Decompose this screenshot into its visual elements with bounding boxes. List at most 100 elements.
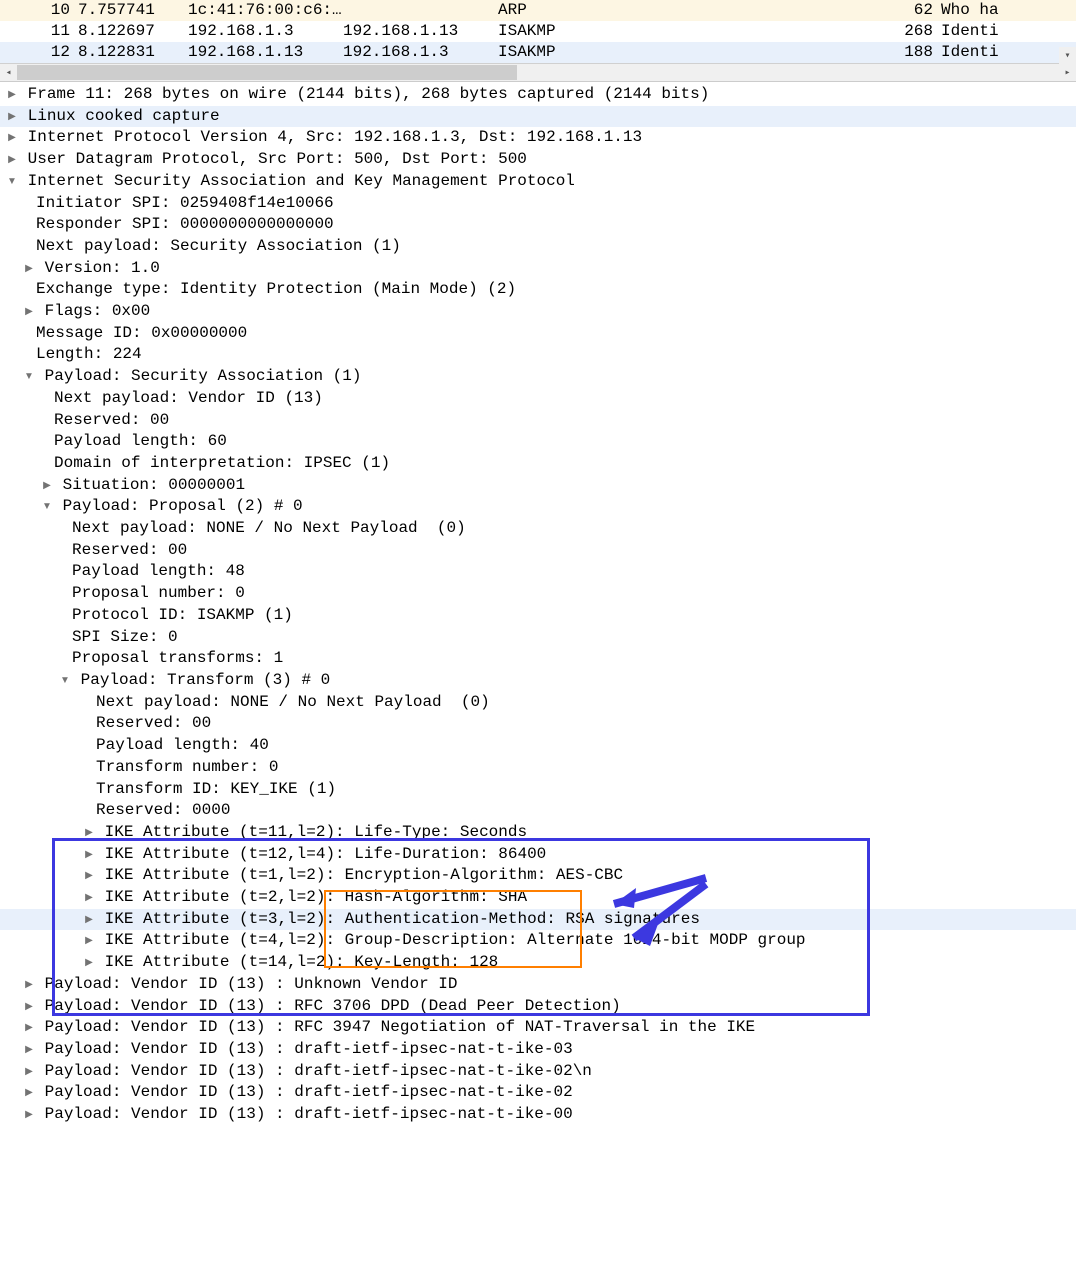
tree-item[interactable]: Payload length: 60 [0,431,1076,453]
col-len: 62 [888,0,941,21]
tree-item[interactable]: Initiator SPI: 0259408f14e10066 [0,193,1076,215]
col-proto: ISAKMP [498,42,888,63]
packet-details-tree[interactable]: ▶ Frame 11: 268 bytes on wire (2144 bits… [0,82,1076,1146]
caret-down-icon: ▼ [59,670,71,692]
tree-item[interactable]: Responder SPI: 0000000000000000 [0,214,1076,236]
tree-item[interactable]: ▶ IKE Attribute (t=14,l=2): Key-Length: … [0,952,1076,974]
tree-item[interactable]: Protocol ID: ISAKMP (1) [0,605,1076,627]
tree-item[interactable]: ▶ Payload: Vendor ID (13) : draft-ietf-i… [0,1104,1076,1126]
tree-item[interactable]: ▶ Linux cooked capture [0,106,1076,128]
packet-row[interactable]: 11 8.122697 192.168.1.3 192.168.1.13 ISA… [0,21,1076,42]
tree-item[interactable]: Reserved: 00 [0,713,1076,735]
col-no: 10 [0,0,78,21]
tree-item[interactable]: ▶ Version: 1.0 [0,258,1076,280]
scroll-left-icon[interactable]: ◂ [0,65,17,80]
caret-right-icon: ▶ [23,996,35,1018]
col-proto: ISAKMP [498,21,888,42]
caret-right-icon: ▶ [6,127,18,149]
tree-item[interactable]: Next payload: NONE / No Next Payload (0) [0,692,1076,714]
col-src: 192.168.1.13 [188,42,343,63]
tree-item[interactable]: SPI Size: 0 [0,627,1076,649]
caret-right-icon: ▶ [23,974,35,996]
tree-item[interactable]: Proposal number: 0 [0,583,1076,605]
caret-right-icon: ▶ [6,149,18,171]
tree-item[interactable]: Reserved: 0000 [0,800,1076,822]
tree-item[interactable]: Next payload: NONE / No Next Payload (0) [0,518,1076,540]
caret-right-icon: ▶ [83,930,95,952]
col-info: Who ha [941,0,999,21]
scroll-down-icon[interactable]: ▾ [1059,47,1076,64]
packet-row[interactable]: 12 8.122831 192.168.1.13 192.168.1.3 ISA… [0,42,1076,63]
caret-right-icon: ▶ [83,909,95,931]
tree-item[interactable]: ▶ IKE Attribute (t=1,l=2): Encryption-Al… [0,865,1076,887]
tree-item[interactable]: ▼ Payload: Transform (3) # 0 [0,670,1076,692]
tree-item[interactable]: Message ID: 0x00000000 [0,323,1076,345]
tree-item[interactable]: Reserved: 00 [0,540,1076,562]
tree-item[interactable]: ▶ IKE Attribute (t=3,l=2): Authenticatio… [0,909,1076,931]
col-info: Identi [941,42,999,63]
caret-down-icon: ▼ [41,496,53,518]
caret-right-icon: ▶ [83,865,95,887]
caret-right-icon: ▶ [23,301,35,323]
tree-item[interactable]: ▶ Frame 11: 268 bytes on wire (2144 bits… [0,84,1076,106]
col-time: 8.122831 [78,42,188,63]
col-proto: ARP [498,0,888,21]
caret-right-icon: ▶ [83,822,95,844]
tree-item[interactable]: ▶ Payload: Vendor ID (13) : RFC 3706 DPD… [0,996,1076,1018]
caret-right-icon: ▶ [6,106,18,128]
caret-right-icon: ▶ [23,1061,35,1083]
col-dst [343,0,498,21]
tree-item[interactable]: Domain of interpretation: IPSEC (1) [0,453,1076,475]
caret-right-icon: ▶ [23,1104,35,1126]
tree-item[interactable]: ▶ Flags: 0x00 [0,301,1076,323]
tree-item[interactable]: ▼ Payload: Security Association (1) [0,366,1076,388]
tree-item[interactable]: ▼ Internet Security Association and Key … [0,171,1076,193]
col-dst: 192.168.1.3 [343,42,498,63]
tree-item[interactable]: ▶ IKE Attribute (t=12,l=4): Life-Duratio… [0,844,1076,866]
tree-item[interactable]: Transform ID: KEY_IKE (1) [0,779,1076,801]
tree-item[interactable]: ▼ Payload: Proposal (2) # 0 [0,496,1076,518]
caret-right-icon: ▶ [6,84,18,106]
tree-item[interactable]: ▶ Payload: Vendor ID (13) : RFC 3947 Neg… [0,1017,1076,1039]
caret-right-icon: ▶ [23,1017,35,1039]
tree-item[interactable]: Payload length: 48 [0,561,1076,583]
col-info: Identi [941,21,999,42]
tree-item[interactable]: Reserved: 00 [0,410,1076,432]
tree-item[interactable]: Exchange type: Identity Protection (Main… [0,279,1076,301]
tree-item[interactable]: ▶ IKE Attribute (t=2,l=2): Hash-Algorith… [0,887,1076,909]
caret-right-icon: ▶ [23,1039,35,1061]
col-time: 7.757741 [78,0,188,21]
caret-right-icon: ▶ [23,1082,35,1104]
tree-item[interactable]: ▶ Payload: Vendor ID (13) : draft-ietf-i… [0,1039,1076,1061]
tree-item[interactable]: Length: 224 [0,344,1076,366]
caret-right-icon: ▶ [23,258,35,280]
col-len: 268 [888,21,941,42]
scroll-right-icon[interactable]: ▸ [1059,65,1076,80]
col-len: 188 [888,42,941,63]
col-no: 11 [0,21,78,42]
tree-item[interactable]: ▶ IKE Attribute (t=11,l=2): Life-Type: S… [0,822,1076,844]
tree-item[interactable]: Transform number: 0 [0,757,1076,779]
caret-right-icon: ▶ [83,844,95,866]
caret-down-icon: ▼ [23,366,35,388]
caret-down-icon: ▼ [6,171,18,193]
tree-item[interactable]: Next payload: Security Association (1) [0,236,1076,258]
tree-item[interactable]: ▶ User Datagram Protocol, Src Port: 500,… [0,149,1076,171]
col-time: 8.122697 [78,21,188,42]
tree-item[interactable]: ▶ Situation: 00000001 [0,475,1076,497]
tree-item[interactable]: ▶ Internet Protocol Version 4, Src: 192.… [0,127,1076,149]
tree-item[interactable]: ▶ IKE Attribute (t=4,l=2): Group-Descrip… [0,930,1076,952]
packet-row[interactable]: 10 7.757741 1c:41:76:00:c6:… ARP 62 Who … [0,0,1076,21]
col-src: 1c:41:76:00:c6:… [188,0,343,21]
tree-item[interactable]: Payload length: 40 [0,735,1076,757]
tree-item[interactable]: Next payload: Vendor ID (13) [0,388,1076,410]
caret-right-icon: ▶ [41,475,53,497]
tree-item[interactable]: ▶ Payload: Vendor ID (13) : draft-ietf-i… [0,1082,1076,1104]
scroll-thumb[interactable] [17,65,517,80]
tree-item[interactable]: ▶ Payload: Vendor ID (13) : draft-ietf-i… [0,1061,1076,1083]
packet-list[interactable]: 10 7.757741 1c:41:76:00:c6:… ARP 62 Who … [0,0,1076,82]
horizontal-scrollbar[interactable]: ◂ ▸ [0,63,1076,81]
caret-right-icon: ▶ [83,887,95,909]
tree-item[interactable]: ▶ Payload: Vendor ID (13) : Unknown Vend… [0,974,1076,996]
tree-item[interactable]: Proposal transforms: 1 [0,648,1076,670]
